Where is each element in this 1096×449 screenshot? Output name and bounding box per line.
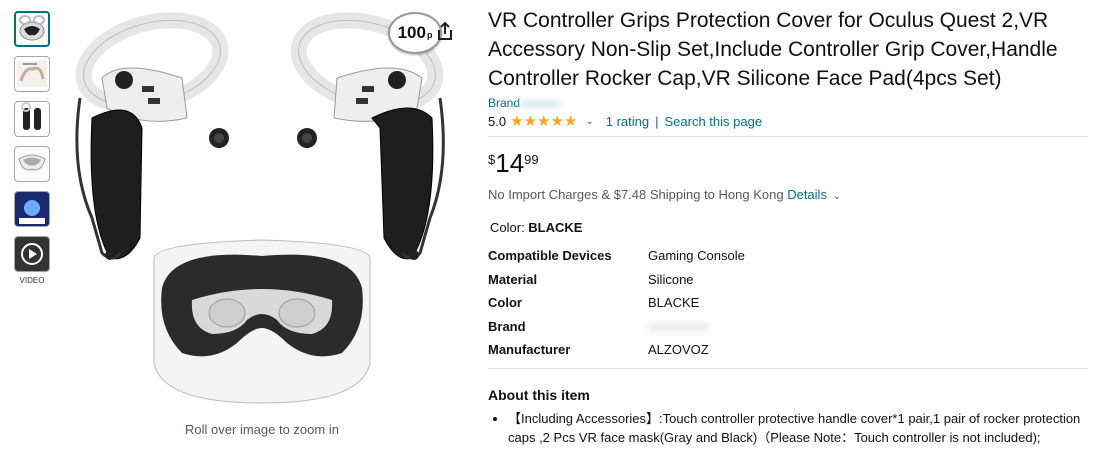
chevron-down-icon[interactable]: ⌄ bbox=[833, 191, 841, 202]
star-rating-icon[interactable]: ★ ★ ★ ★ ★ bbox=[510, 114, 577, 129]
spec-row: Manufacturer ALZOVOZ bbox=[488, 342, 709, 358]
thumbnail-1[interactable] bbox=[14, 11, 50, 47]
separator: | bbox=[655, 113, 659, 129]
details-link[interactable]: Details bbox=[787, 187, 827, 202]
about-title: About this item bbox=[488, 386, 590, 403]
search-page-link[interactable]: Search this page bbox=[665, 114, 763, 129]
thumbnail-strip: VIDEO bbox=[14, 11, 52, 285]
about-bullets: 【Including Accessories】:Touch controller… bbox=[488, 409, 1088, 447]
redacted-brand bbox=[648, 322, 708, 331]
shipping-info: No Import Charges & $7.48 Shipping to Ho… bbox=[488, 187, 841, 202]
share-icon[interactable] bbox=[434, 20, 456, 42]
thumbnail-2[interactable] bbox=[14, 56, 50, 92]
video-label: VIDEO bbox=[19, 276, 45, 285]
list-item: 【Including Accessories】:Touch controller… bbox=[508, 409, 1088, 447]
star-icon: ★ bbox=[563, 112, 578, 130]
thumbnail-4[interactable] bbox=[14, 146, 50, 182]
divider bbox=[488, 367, 1088, 369]
thumbnail-3[interactable] bbox=[14, 101, 50, 137]
brand-link[interactable]: Brand bbox=[488, 96, 1088, 110]
spec-row: Brand bbox=[488, 315, 745, 339]
specs-table: Compatible Devices Gaming Console Materia… bbox=[488, 244, 745, 362]
main-product-image[interactable] bbox=[62, 8, 462, 420]
zoom-hint: Roll over image to zoom in bbox=[185, 422, 339, 437]
chevron-down-icon[interactable]: ⌄ bbox=[585, 116, 593, 127]
star-icon: ★ bbox=[550, 112, 564, 130]
product-title: VR Controller Grips Protection Cover for… bbox=[488, 9, 1058, 90]
price: $ 14 99 bbox=[488, 148, 539, 178]
color-selection: Color: BLACKE bbox=[490, 220, 583, 235]
star-icon: ★ bbox=[536, 112, 551, 130]
spec-row: Color BLACKE bbox=[488, 295, 700, 311]
spec-row: Material Silicone bbox=[488, 271, 694, 287]
divider bbox=[488, 136, 1088, 137]
star-icon: ★ bbox=[510, 112, 524, 130]
rating-row: 5.0 ★ ★ ★ ★ ★ ⌄ 1 rating | Search this p… bbox=[488, 112, 1088, 130]
rating-count-link[interactable]: 1 rating bbox=[606, 114, 649, 129]
thumbnail-video[interactable] bbox=[14, 236, 50, 272]
star-icon: ★ bbox=[523, 112, 537, 130]
thumbnail-5[interactable] bbox=[14, 191, 50, 227]
rating-score: 5.0 bbox=[488, 113, 507, 129]
product-details-panel: VR Controller Grips Protection Cover for… bbox=[488, 0, 1088, 449]
spec-row: Compatible Devices Gaming Console bbox=[488, 248, 745, 264]
